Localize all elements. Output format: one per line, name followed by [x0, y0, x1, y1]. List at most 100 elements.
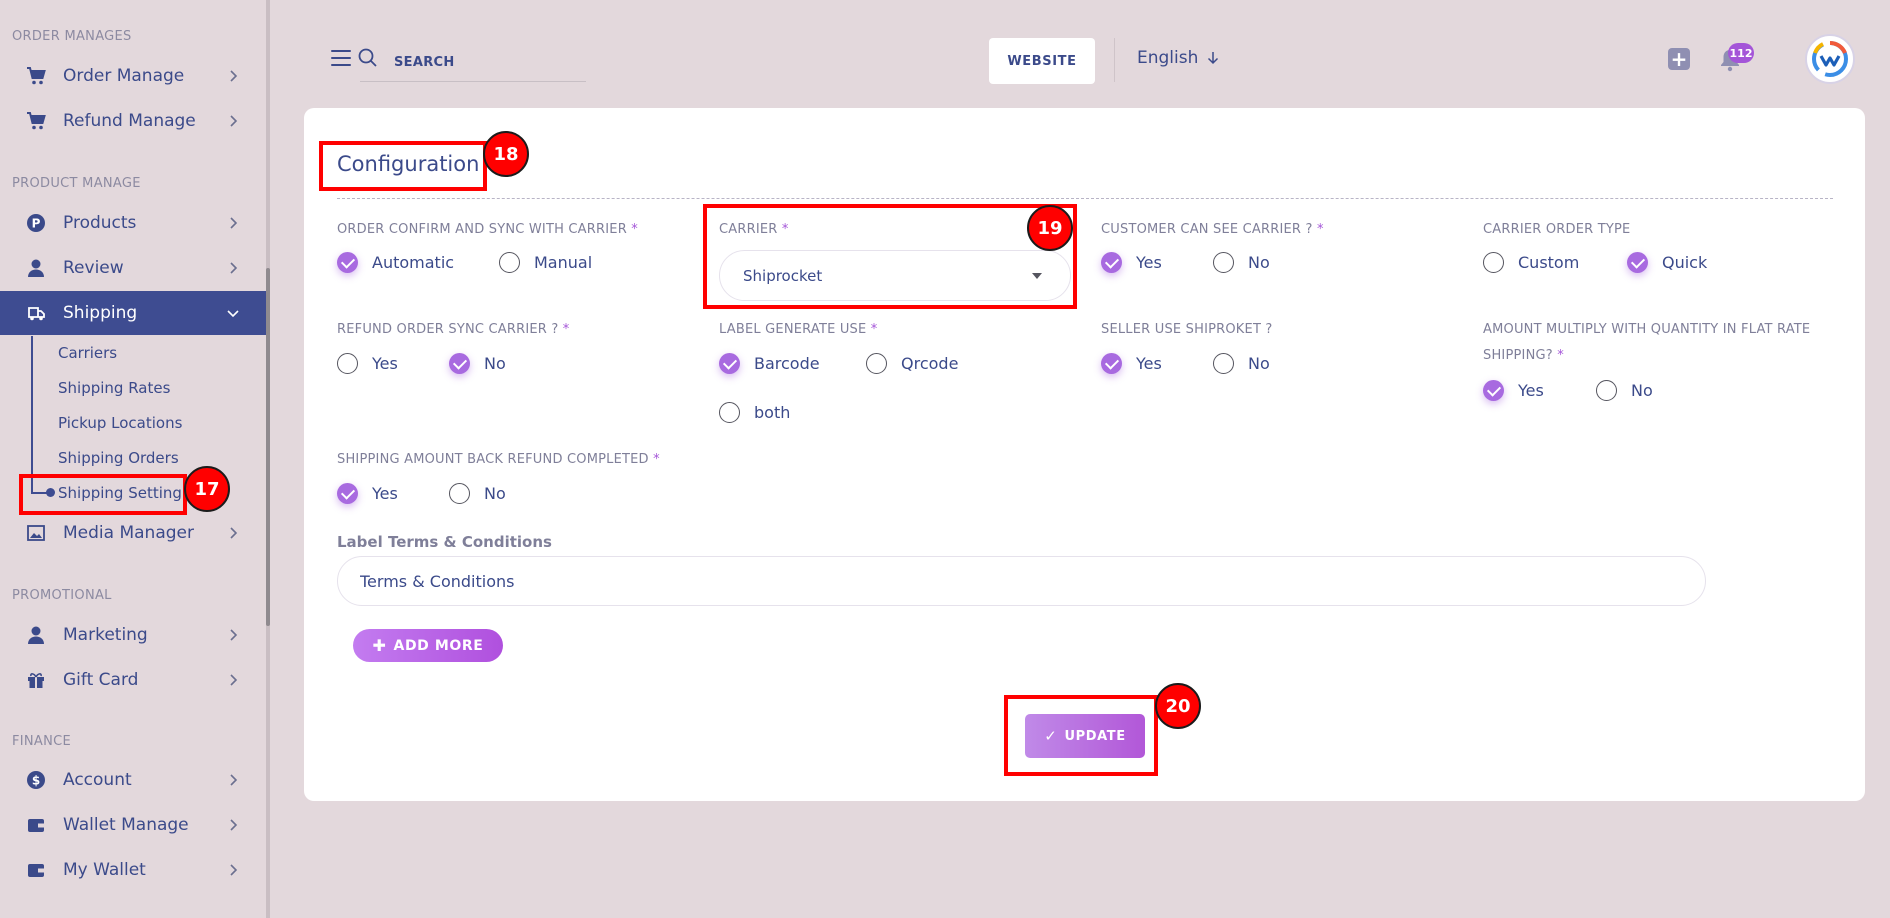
radio-unchecked-icon — [719, 402, 740, 423]
required-mark: * — [1316, 222, 1324, 237]
required-mark: * — [653, 452, 660, 467]
terms-input[interactable] — [337, 556, 1706, 606]
radio-checked-icon — [1627, 252, 1648, 273]
website-button[interactable]: WEBSITE — [989, 38, 1095, 84]
chevron-right-icon — [224, 861, 242, 879]
label-refund-sync: REFUND ORDER SYNC CARRIER ? * — [337, 322, 569, 337]
avatar[interactable] — [1805, 34, 1855, 84]
radio-carrier-order-type-custom[interactable]: Custom — [1483, 252, 1579, 273]
chevron-right-icon — [224, 771, 242, 789]
label-text: SHIPPING? — [1483, 348, 1553, 363]
sidebar-item-account[interactable]: $ Account — [0, 758, 266, 802]
sidebar-item-my-wallet[interactable]: My Wallet — [0, 848, 266, 892]
radio-refund-sync-yes[interactable]: Yes — [337, 353, 398, 374]
user-icon — [26, 258, 46, 278]
chevron-down-icon — [224, 304, 242, 322]
radio-label: Yes — [372, 354, 398, 373]
annotation-badge-18: 18 — [483, 131, 529, 177]
radio-label: Quick — [1662, 253, 1708, 272]
sidebar-item-shipping[interactable]: Shipping — [0, 291, 266, 335]
notification-count-badge: 112 — [1728, 43, 1754, 63]
radio-order-confirm-manual[interactable]: Manual — [499, 252, 592, 273]
radio-label: both — [754, 403, 791, 422]
radio-amount-multiply-yes[interactable]: Yes — [1483, 380, 1544, 401]
header-divider — [1114, 38, 1115, 82]
radio-unchecked-icon — [449, 483, 470, 504]
radio-label: No — [1248, 253, 1270, 272]
title-divider — [337, 198, 1833, 199]
annotation-badge-19: 19 — [1027, 205, 1073, 251]
radio-checked-icon — [719, 353, 740, 374]
product-icon: P — [26, 213, 46, 233]
radio-seller-use-shiproket-no[interactable]: No — [1213, 353, 1270, 374]
label-text: SHIPPING AMOUNT BACK REFUND COMPLETED — [337, 452, 649, 467]
sidebar-scrollbar[interactable] — [266, 268, 270, 626]
sidebar-subitem-shipping-rates[interactable]: Shipping Rates — [58, 379, 170, 397]
sidebar-subitem-carriers[interactable]: Carriers — [58, 344, 117, 362]
cart-icon — [26, 111, 46, 131]
label-text: CUSTOMER CAN SEE CARRIER ? — [1101, 222, 1313, 237]
radio-seller-use-shiproket-yes[interactable]: Yes — [1101, 353, 1162, 374]
menu-toggle-icon[interactable] — [331, 50, 351, 66]
radio-label: No — [1631, 381, 1653, 400]
radio-checked-icon — [1101, 252, 1122, 273]
radio-label: No — [484, 484, 506, 503]
sidebar-item-gift-card[interactable]: Gift Card — [0, 658, 266, 702]
shipping-icon — [26, 303, 46, 323]
radio-label-generate-qrcode[interactable]: Qrcode — [866, 353, 958, 374]
label-shipping-amount-back: SHIPPING AMOUNT BACK REFUND COMPLETED * — [337, 452, 660, 467]
section-title-promotional: PROMOTIONAL — [12, 588, 112, 603]
annotation-box-17 — [19, 474, 187, 515]
chevron-right-icon — [224, 671, 242, 689]
radio-order-confirm-automatic[interactable]: Automatic — [337, 252, 454, 273]
label-order-confirm: ORDER CONFIRM AND SYNC WITH CARRIER * — [337, 222, 638, 237]
sidebar-subitem-pickup-locations[interactable]: Pickup Locations — [58, 414, 182, 432]
radio-checked-icon — [337, 483, 358, 504]
radio-label: Qrcode — [901, 354, 959, 373]
sidebar-item-marketing[interactable]: Marketing — [0, 613, 266, 657]
svg-text:$: $ — [32, 774, 40, 788]
radio-unchecked-icon — [1213, 252, 1234, 273]
required-mark: * — [562, 322, 570, 337]
radio-label-generate-barcode[interactable]: Barcode — [719, 353, 820, 374]
user-icon — [26, 625, 46, 645]
add-more-button[interactable]: ✚ ADD MORE — [353, 629, 503, 662]
chevron-right-icon — [224, 524, 242, 542]
chevron-right-icon — [224, 259, 242, 277]
radio-customer-see-carrier-yes[interactable]: Yes — [1101, 252, 1162, 273]
radio-unchecked-icon — [1596, 380, 1617, 401]
label-amount-multiply-line2: SHIPPING? * — [1483, 348, 1564, 363]
radio-checked-icon — [1101, 353, 1122, 374]
language-selector[interactable]: English — [1137, 48, 1220, 68]
sidebar-item-refund-manage[interactable]: Refund Manage — [0, 99, 266, 143]
sidebar-item-wallet-manage[interactable]: Wallet Manage — [0, 803, 266, 847]
search-input[interactable] — [360, 44, 586, 82]
sidebar-item-products[interactable]: P Products — [0, 201, 266, 245]
sidebar-item-media-manager[interactable]: Media Manager — [0, 511, 266, 555]
section-title-finance: FINANCE — [12, 734, 72, 749]
radio-label: Yes — [1136, 253, 1162, 272]
radio-unchecked-icon — [499, 252, 520, 273]
chevron-right-icon — [224, 626, 242, 644]
annotation-badge-20: 20 — [1155, 683, 1201, 729]
radio-shipping-amount-back-no[interactable]: No — [449, 483, 506, 504]
label-carrier-order-type: CARRIER ORDER TYPE — [1483, 222, 1631, 237]
add-new-icon[interactable]: + — [1668, 48, 1690, 70]
radio-customer-see-carrier-no[interactable]: No — [1213, 252, 1270, 273]
radio-shipping-amount-back-yes[interactable]: Yes — [337, 483, 398, 504]
label-amount-multiply-line1: AMOUNT MULTIPLY WITH QUANTITY IN FLAT RA… — [1483, 322, 1811, 337]
sidebar-item-review[interactable]: Review — [0, 246, 266, 290]
radio-label-generate-both[interactable]: both — [719, 402, 790, 423]
radio-label: Yes — [1518, 381, 1544, 400]
sidebar-subitem-shipping-orders[interactable]: Shipping Orders — [58, 449, 179, 467]
required-mark: * — [631, 222, 638, 237]
radio-carrier-order-type-quick[interactable]: Quick — [1627, 252, 1707, 273]
annotation-box-18 — [319, 141, 487, 191]
radio-refund-sync-no[interactable]: No — [449, 353, 506, 374]
wallet-icon — [26, 815, 46, 835]
sidebar-item-label: Wallet Manage — [63, 815, 189, 835]
sidebar-item-order-manage[interactable]: Order Manage — [0, 54, 266, 98]
radio-label: Manual — [534, 253, 593, 272]
plus-icon: ✚ — [372, 636, 387, 655]
radio-amount-multiply-no[interactable]: No — [1596, 380, 1653, 401]
